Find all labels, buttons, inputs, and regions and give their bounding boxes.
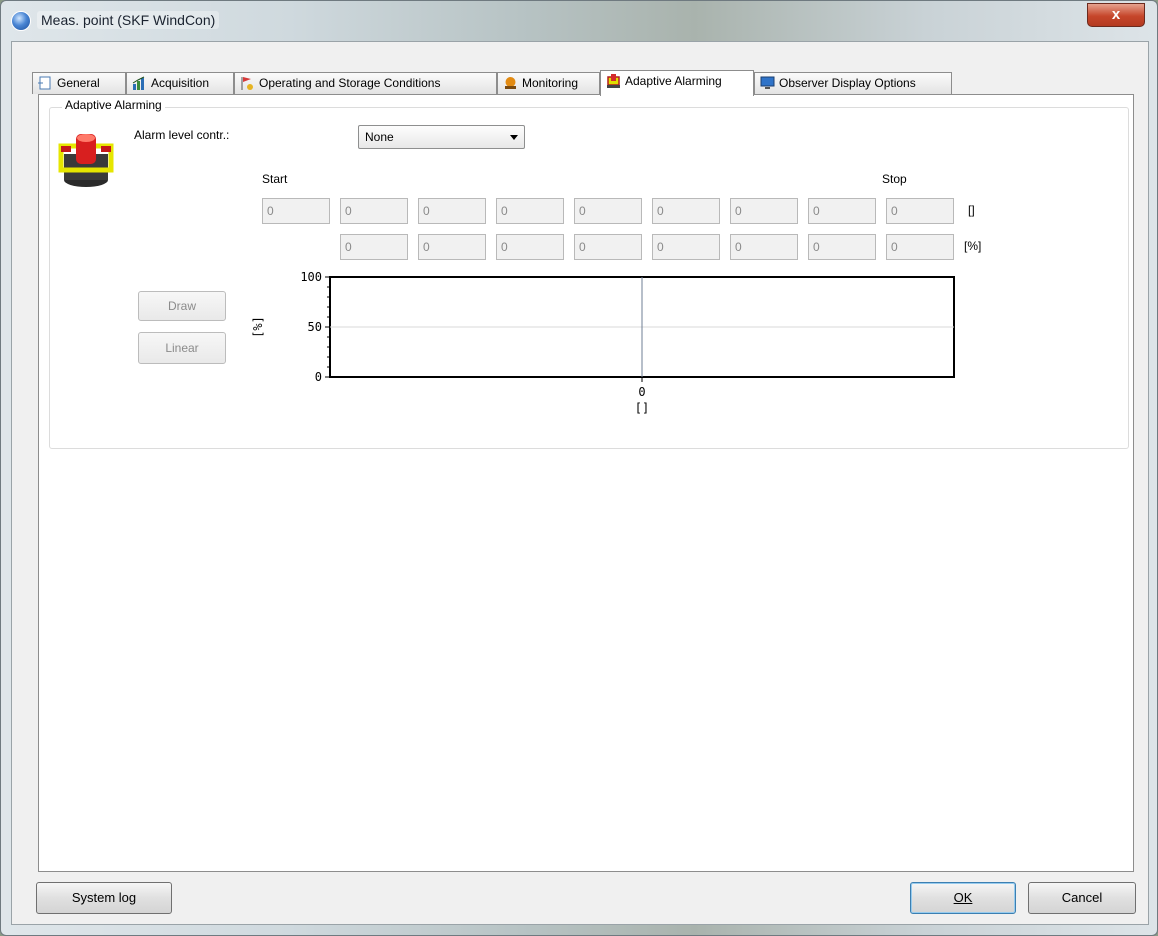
ok-button[interactable]: OK: [910, 882, 1016, 914]
title-bar[interactable]: Meas. point (SKF WindCon) x: [1, 1, 1157, 41]
tab-monitoring[interactable]: Monitoring: [497, 72, 600, 94]
breakpoint-value-field[interactable]: 0: [574, 198, 642, 224]
system-log-button[interactable]: System log: [36, 882, 172, 914]
stop-value-field[interactable]: 0: [886, 198, 954, 224]
stop-label: Stop: [882, 172, 907, 186]
row1-unit: []: [968, 203, 975, 217]
x-tick-label: 0: [638, 385, 645, 399]
tab-operating-storage[interactable]: Operating and Storage Conditions: [234, 72, 497, 94]
percent-field[interactable]: 0: [496, 234, 564, 260]
percent-field[interactable]: 0: [808, 234, 876, 260]
group-title: Adaptive Alarming: [62, 98, 165, 112]
adaptive-alarm-icon: [58, 134, 114, 187]
adaptive-alarm-icon: [607, 74, 620, 88]
app-globe-icon: [11, 11, 31, 31]
tab-adaptive-alarming[interactable]: Adaptive Alarming: [600, 70, 754, 96]
y-axis-label: [%]: [251, 316, 265, 338]
general-page-icon: [38, 76, 51, 90]
breakpoint-value-field[interactable]: 0: [808, 198, 876, 224]
start-value-field[interactable]: 0: [262, 198, 330, 224]
x-axis-label: []: [635, 401, 649, 415]
alarm-level-select[interactable]: None: [358, 125, 525, 149]
percent-field[interactable]: 0: [886, 234, 954, 260]
adaptive-alarming-group: Adaptive Alarming Alarm level contr.: No…: [49, 98, 1129, 449]
dialog-client-area: General Acquisition Operating and Storag…: [11, 41, 1149, 925]
linear-button[interactable]: Linear: [138, 332, 226, 364]
percent-field[interactable]: 0: [340, 234, 408, 260]
start-label: Start: [262, 172, 288, 186]
row2-unit: [%]: [964, 239, 982, 253]
draw-button[interactable]: Draw: [138, 291, 226, 321]
tab-label: Acquisition: [151, 76, 210, 90]
tab-page-adaptive-alarming: Adaptive Alarming Alarm level contr.: No…: [38, 94, 1134, 872]
breakpoint-value-field[interactable]: 0: [340, 198, 408, 224]
chevron-down-icon: [510, 135, 518, 140]
close-button[interactable]: x: [1087, 3, 1145, 27]
breakpoint-value-field[interactable]: 0: [652, 198, 720, 224]
tab-observer-display[interactable]: Observer Display Options: [754, 72, 952, 94]
percent-field[interactable]: 0: [574, 234, 642, 260]
tab-label: Operating and Storage Conditions: [259, 76, 441, 90]
alarm-level-label: Alarm level contr.:: [134, 128, 230, 142]
tab-label: Observer Display Options: [779, 76, 916, 90]
tab-label: Adaptive Alarming: [625, 74, 722, 88]
adaptive-alarm-chart[interactable]: 0 50 100 [%] 0 []: [240, 258, 970, 428]
tab-label: General: [57, 76, 100, 90]
percent-field[interactable]: 0: [418, 234, 486, 260]
window-title: Meas. point (SKF WindCon): [37, 11, 220, 29]
percent-field[interactable]: 0: [652, 234, 720, 260]
monitoring-alarm-icon: [505, 77, 516, 89]
display-monitor-icon: [760, 76, 775, 89]
y-tick-label: 100: [300, 270, 322, 284]
tab-label: Monitoring: [522, 76, 579, 90]
tab-general[interactable]: General: [32, 72, 126, 94]
cancel-button[interactable]: Cancel: [1028, 882, 1136, 914]
breakpoint-value-field[interactable]: 0: [730, 198, 798, 224]
percent-field[interactable]: 0: [730, 234, 798, 260]
y-tick-label: 0: [315, 370, 322, 384]
tab-acquisition[interactable]: Acquisition: [126, 72, 234, 94]
cancel-label: Cancel: [1061, 890, 1103, 905]
acquisition-chart-icon: [132, 76, 145, 90]
dialog-window: Meas. point (SKF WindCon) x General Acqu…: [0, 0, 1158, 936]
breakpoint-value-field[interactable]: 0: [496, 198, 564, 224]
y-tick-label: 50: [308, 320, 322, 334]
ok-label: OK: [953, 890, 973, 905]
conditions-flag-icon: [241, 77, 253, 90]
breakpoint-value-field[interactable]: 0: [418, 198, 486, 224]
alarm-level-value: None: [365, 130, 394, 144]
